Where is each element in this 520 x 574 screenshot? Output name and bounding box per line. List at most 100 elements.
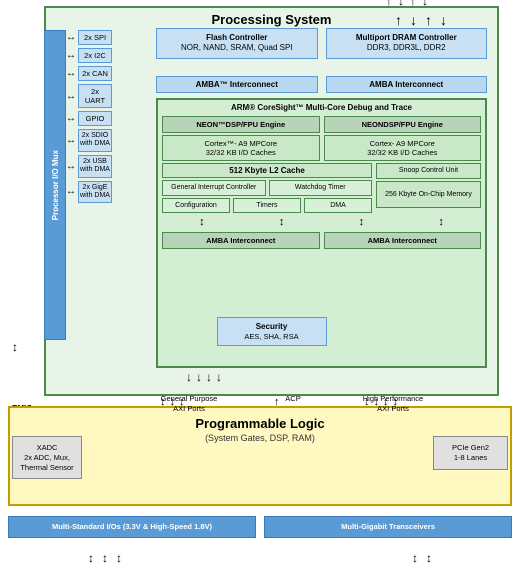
inner-arrows: ↕ ↕ ↕ ↕	[162, 216, 481, 228]
gp-arr4: ↓	[216, 370, 222, 384]
can-box: 2x CAN	[78, 66, 112, 81]
arrow-up-2: ↑	[425, 12, 432, 28]
interrupt-controller-label: General Interrupt Controller	[171, 184, 256, 191]
gp-port-arrows: ↕ ↕ ↕	[160, 396, 185, 408]
arrow-down-2: ↓	[440, 12, 447, 28]
emio-arr1: ↕	[12, 340, 18, 354]
arr1: ↕	[199, 216, 205, 228]
snoop-label: Snoop Control Unit	[399, 167, 458, 174]
bottom-io-row: Multi-Standard I/Os (3.3V & High-Speed 1…	[8, 516, 512, 538]
sdio-arrow: ↔	[66, 135, 76, 146]
bottom-arrows-right: ↕ ↕	[412, 551, 432, 565]
spi-arrow: ↔	[66, 32, 76, 43]
dram-title: Multiport DRAM Controller	[330, 33, 484, 43]
bot-arr5: ↕	[426, 551, 432, 565]
cortex-right: Cortex- A9 MPCore 32/32 KB I/D Caches	[324, 135, 482, 161]
processing-system-box: Processing System Flash Controller NOR, …	[44, 6, 499, 396]
gp-axi-arrows: ↓ ↓ ↓ ↓	[186, 370, 222, 384]
security-box: Security AES, SHA, RSA	[217, 317, 327, 346]
acp-arr: ↑	[274, 396, 280, 408]
diagram-wrapper: Processing System Flash Controller NOR, …	[0, 0, 520, 574]
uart-box: 2x UART	[78, 84, 112, 108]
onchip-memory-box: 256 Kbyte On-Chip Memory	[376, 181, 481, 208]
hp-port-arr1: ↕	[364, 396, 370, 408]
io-mux-bar: Processor I/O Mux	[44, 30, 66, 340]
can-arrow: ↔	[66, 68, 76, 79]
bottom-arrows-left: ↕ ↕ ↕	[88, 551, 122, 565]
uart-arrow: ↔	[66, 91, 76, 102]
neon-right: NEONDSP/FPU Engine	[324, 116, 482, 133]
dram-subtitle: DDR3, DDR3L, DDR2	[367, 43, 446, 52]
gp-arr1: ↓	[186, 370, 192, 384]
arr2: ↕	[279, 216, 285, 228]
l2-cache-box: 512 Kbyte L2 Cache	[162, 163, 372, 178]
amba-top-row: AMBA™ Interconnect AMBA Interconnect	[156, 76, 487, 93]
i2c-row: ↔ 2x I2C	[66, 48, 112, 63]
gp-arr2: ↓	[196, 370, 202, 384]
ps-top-arr1: ↑	[386, 0, 392, 8]
i2c-arrow: ↔	[66, 50, 76, 61]
l2-section: 512 Kbyte L2 Cache General Interrupt Con…	[162, 163, 481, 213]
main-diagram: Processing System Flash Controller NOR, …	[8, 6, 512, 566]
snoop-control-box: Snoop Control Unit	[376, 163, 481, 179]
cortex-right-line2: 32/32 KB I/D Caches	[367, 148, 437, 157]
bot-arr3: ↕	[116, 551, 122, 565]
dma-box: DMA	[304, 198, 372, 213]
l2-inner-row: General Interrupt Controller Watchdog Ti…	[162, 180, 372, 196]
interrupt-controller-box: General Interrupt Controller	[162, 180, 266, 196]
cortex-left-line1: Cortex™- A9 MPCore	[165, 139, 317, 148]
emio-arrows: ↕	[12, 340, 18, 354]
arrow-down-1: ↓	[410, 12, 417, 28]
multi-standard-io-box: Multi-Standard I/Os (3.3V & High-Speed 1…	[8, 516, 256, 538]
hp-port-arr2: ↕	[374, 396, 380, 408]
gige-box: 2x GigE with DMA	[78, 181, 112, 204]
bot-arr1: ↕	[88, 551, 94, 565]
dram-controller-box: Multiport DRAM Controller DDR3, DDR3L, D…	[326, 28, 488, 59]
left-peripherals: ↔ 2x SPI ↔ 2x I2C ↔ 2x CAN ↔ 2x UART ↔ G…	[66, 30, 112, 203]
flash-title: Flash Controller	[160, 33, 314, 43]
xadc-box: XADC 2x ADC, Mux, Thermal Sensor	[12, 436, 82, 479]
xadc-label: XADC 2x ADC, Mux, Thermal Sensor	[20, 443, 73, 472]
gige-arrow: ↔	[66, 186, 76, 197]
uart-row: ↔ 2x UART	[66, 84, 112, 108]
bot-arr4: ↕	[412, 551, 418, 565]
gpio-row: ↔ GPIO	[66, 111, 112, 126]
arrow-up-1: ↑	[395, 12, 402, 28]
gp-axi-label: General Purpose AXI Ports	[144, 394, 234, 414]
amba-top-right-label: AMBA Interconnect	[369, 80, 443, 89]
amba-bottom-row: AMBA Interconnect AMBA Interconnect	[162, 232, 481, 249]
hp-port-arr3: ↕	[383, 396, 389, 408]
gp-port-arr2: ↕	[170, 396, 176, 408]
security-detail: AES, SHA, RSA	[244, 332, 298, 341]
gige-row: ↔ 2x GigE with DMA	[66, 181, 112, 204]
l2-main: 512 Kbyte L2 Cache General Interrupt Con…	[162, 163, 372, 213]
io-mux-label: Processor I/O Mux	[51, 150, 60, 220]
sdio-box: 2x SDIO with DMA	[78, 129, 112, 152]
neon-row: NEON™DSP/FPU Engine NEONDSP/FPU Engine	[162, 116, 481, 133]
gp-arr3: ↓	[206, 370, 212, 384]
cortex-right-line1: Cortex- A9 MPCore	[327, 139, 479, 148]
sdio-row: ↔ 2x SDIO with DMA	[66, 129, 112, 152]
amba-bottom-left: AMBA Interconnect	[162, 232, 320, 249]
top-controllers-row: Flash Controller NOR, NAND, SRAM, Quad S…	[156, 28, 487, 59]
arr4: ↕	[438, 216, 444, 228]
flash-controller-box: Flash Controller NOR, NAND, SRAM, Quad S…	[156, 28, 318, 59]
amba-top-left: AMBA™ Interconnect	[156, 76, 318, 93]
bot-arr2: ↕	[102, 551, 108, 565]
acp-arrow: ↑	[274, 396, 280, 408]
arr3: ↕	[359, 216, 365, 228]
arm-title: ARM® CoreSight™ Multi-Core Debug and Tra…	[158, 100, 485, 114]
cortex-left-line2: 32/32 KB I/D Caches	[206, 148, 276, 157]
usb-row: ↔ 2x USB with DMA	[66, 155, 112, 178]
gpio-box: GPIO	[78, 111, 112, 126]
gp-port-arr3: ↕	[179, 396, 185, 408]
ps-top-arr3: ↑	[410, 0, 416, 8]
cortex-left: Cortex™- A9 MPCore 32/32 KB I/D Caches	[162, 135, 320, 161]
amba-top-right: AMBA Interconnect	[326, 76, 488, 93]
timers-box: Timers	[233, 198, 301, 213]
hp-port-arr4: ↕	[393, 396, 399, 408]
gp-port-arr1: ↕	[160, 396, 166, 408]
ps-top-arr4: ↓	[422, 0, 428, 8]
config-row: Configuration Timers DMA	[162, 198, 372, 213]
cortex-row: Cortex™- A9 MPCore 32/32 KB I/D Caches C…	[162, 135, 481, 161]
